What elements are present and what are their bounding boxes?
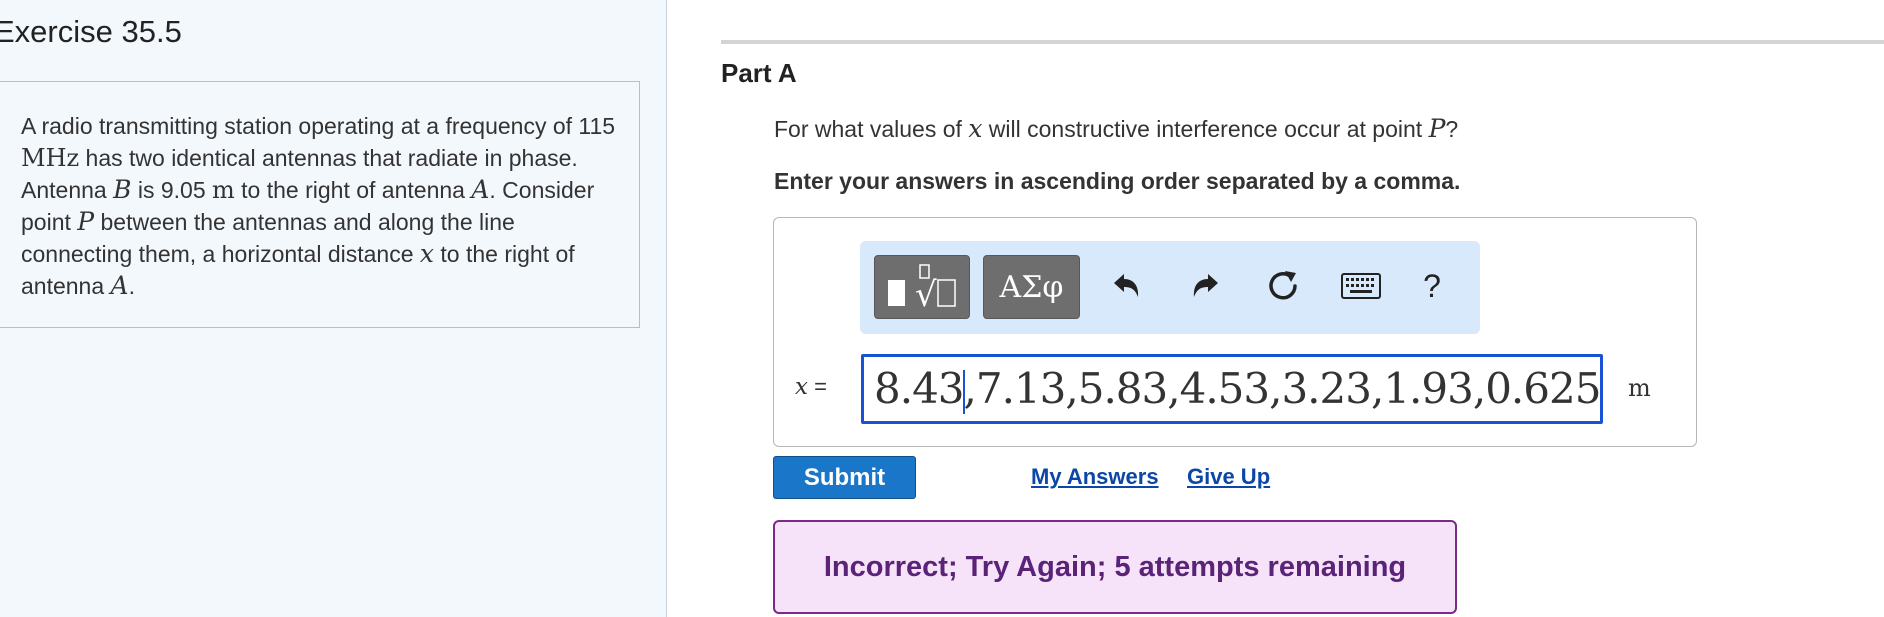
redo-icon <box>1193 274 1218 297</box>
my-answers-link[interactable]: My Answers <box>1031 464 1159 490</box>
give-up-link[interactable]: Give Up <box>1187 464 1270 490</box>
svg-text:√: √ <box>915 275 937 315</box>
reset-icon <box>1269 271 1297 300</box>
question-text-segment: For what values of <box>774 116 969 142</box>
variable-a: A <box>471 175 490 204</box>
problem-text: A radio transmitting station operating a… <box>21 113 616 139</box>
math-toolbar: √ ΑΣφ ? <box>860 241 1480 334</box>
problem-text: . <box>128 273 135 299</box>
answer-value-before-caret: 8.43 <box>874 364 965 413</box>
problem-text: to the right of antenna <box>234 177 472 203</box>
answer-variable: x <box>795 374 808 400</box>
variable-a: A <box>110 271 129 300</box>
answer-input[interactable]: 8.43,7.13,5.83,4.53,3.23,1.93,0.625 <box>861 354 1603 424</box>
undo-icon <box>1114 274 1139 297</box>
answer-variable-label: x = <box>795 374 827 400</box>
variable-x: x <box>419 239 435 268</box>
problem-statement: A radio transmitting station operating a… <box>0 81 640 328</box>
problem-pane: Exercise 35.5 A radio transmitting stati… <box>0 0 667 617</box>
answer-unit: m <box>1628 374 1651 402</box>
distance-unit: m <box>212 176 235 204</box>
templates-icon: √ <box>888 264 956 315</box>
reset-button[interactable] <box>1263 261 1303 311</box>
question-variable-p: P <box>1428 114 1446 143</box>
templates-button[interactable]: √ <box>874 255 970 319</box>
question-variable-x: x <box>968 114 983 143</box>
submit-button[interactable]: Submit <box>773 456 916 499</box>
answer-value-after-caret: ,7.13,5.83,4.53,3.23,1.93,0.625 <box>963 364 1601 413</box>
answer-instruction: Enter your answers in ascending order se… <box>774 168 1461 194</box>
part-divider <box>721 40 1884 44</box>
problem-text: is 9.05 <box>131 177 213 203</box>
variable-p: P <box>77 207 95 236</box>
undo-button[interactable] <box>1107 261 1147 311</box>
variable-b: B <box>113 175 132 204</box>
greek-symbols-button[interactable]: ΑΣφ <box>983 255 1080 319</box>
equals-sign: = <box>807 374 827 399</box>
keyboard-button[interactable] <box>1338 261 1384 311</box>
frequency-unit: MHz <box>21 144 80 172</box>
question-text-segment: ? <box>1445 116 1459 142</box>
redo-button[interactable] <box>1185 261 1225 311</box>
help-button[interactable]: ? <box>1412 261 1452 311</box>
question-text: For what values of x will constructive i… <box>774 114 1458 143</box>
part-title: Part A <box>721 58 797 88</box>
feedback-message: Incorrect; Try Again; 5 attempts remaini… <box>773 520 1457 614</box>
keyboard-icon <box>1341 273 1381 299</box>
exercise-title: Exercise 35.5 <box>0 14 182 49</box>
question-text-segment: will constructive interference occur at … <box>982 116 1429 142</box>
